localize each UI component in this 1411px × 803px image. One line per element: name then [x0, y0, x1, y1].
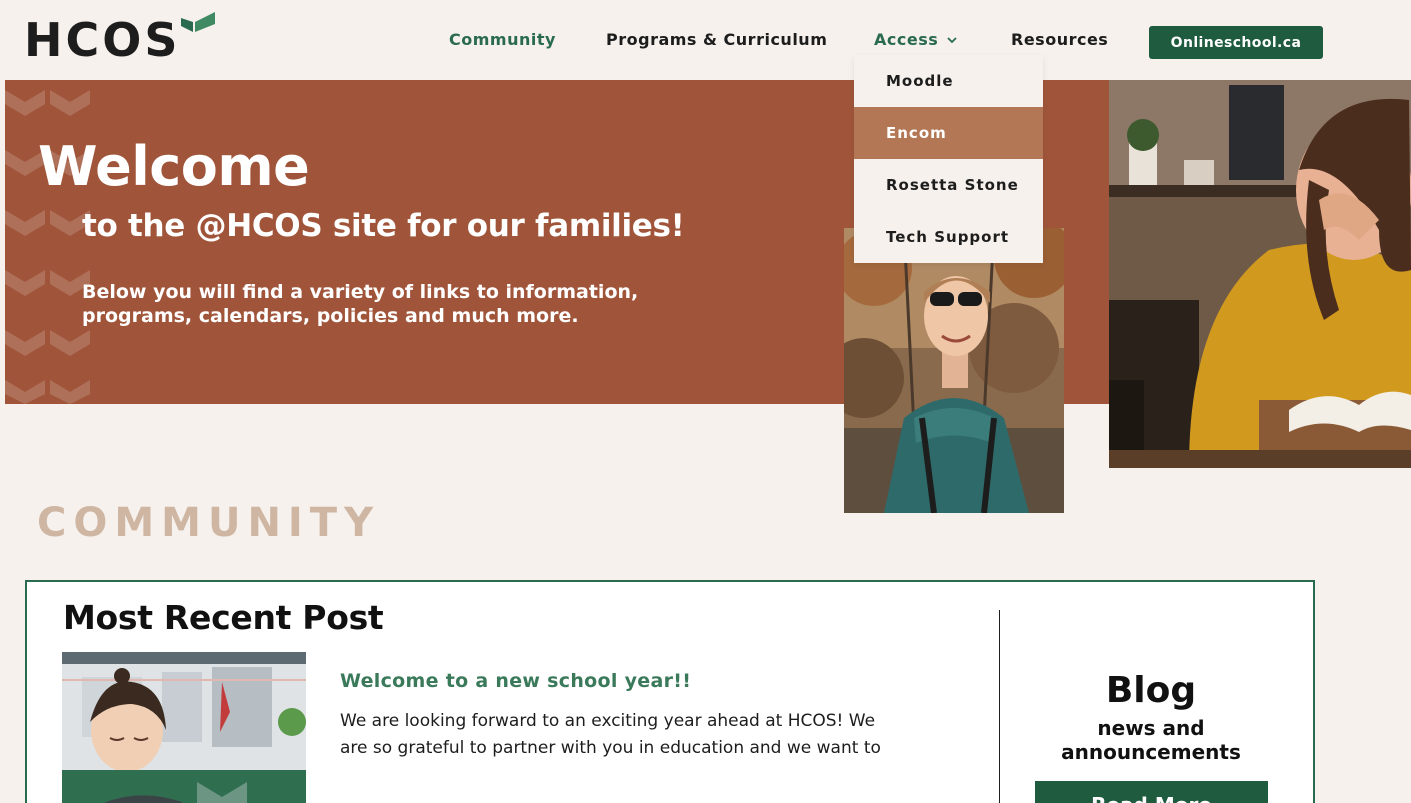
blog-title: Blog — [1105, 670, 1197, 711]
nav-access-label: Access — [874, 30, 939, 49]
logo-text: HCOS — [24, 13, 181, 67]
menu-item-encom[interactable]: Encom — [854, 107, 1043, 159]
reading-woman-photo — [1109, 80, 1411, 468]
site-header: HCOS Community Programs & Curriculum Acc… — [0, 0, 1411, 80]
post-article-title[interactable]: Welcome to a new school year!! — [340, 670, 691, 692]
post-section-title: Most Recent Post — [63, 598, 384, 637]
leaf-chevron-icon — [180, 12, 215, 32]
read-more-button[interactable]: Read More — [1035, 781, 1268, 803]
chevron-down-icon — [947, 36, 957, 43]
hiker-photo — [844, 228, 1064, 513]
recent-post-card: Most Recent Post Welcome to a new school… — [25, 580, 1315, 803]
blog-subtitle: news and announcements — [1061, 716, 1241, 764]
hero-subtitle: to the @HCOS site for our families! — [82, 208, 685, 244]
onlineschool-button[interactable]: Onlineschool.ca — [1149, 26, 1323, 59]
menu-item-rosetta-stone[interactable]: Rosetta Stone — [854, 159, 1043, 211]
post-thumbnail[interactable] — [62, 652, 306, 803]
nav-resources[interactable]: Resources — [1011, 30, 1108, 49]
nav-programs-curriculum[interactable]: Programs & Curriculum — [606, 30, 827, 49]
nav-community[interactable]: Community — [449, 30, 556, 49]
post-excerpt: We are looking forward to an exciting ye… — [340, 711, 881, 758]
nav-access[interactable]: Access — [874, 30, 958, 49]
menu-item-tech-support[interactable]: Tech Support — [854, 211, 1043, 263]
community-heading: COMMUNITY — [37, 500, 381, 546]
hero-title: Welcome — [38, 135, 310, 198]
section-divider — [999, 610, 1000, 803]
site-logo[interactable]: HCOS — [24, 12, 219, 67]
menu-item-moodle[interactable]: Moodle — [854, 55, 1043, 107]
hero-body: Below you will find a variety of links t… — [82, 281, 639, 327]
access-dropdown-menu: Moodle Encom Rosetta Stone Tech Support — [854, 55, 1043, 263]
